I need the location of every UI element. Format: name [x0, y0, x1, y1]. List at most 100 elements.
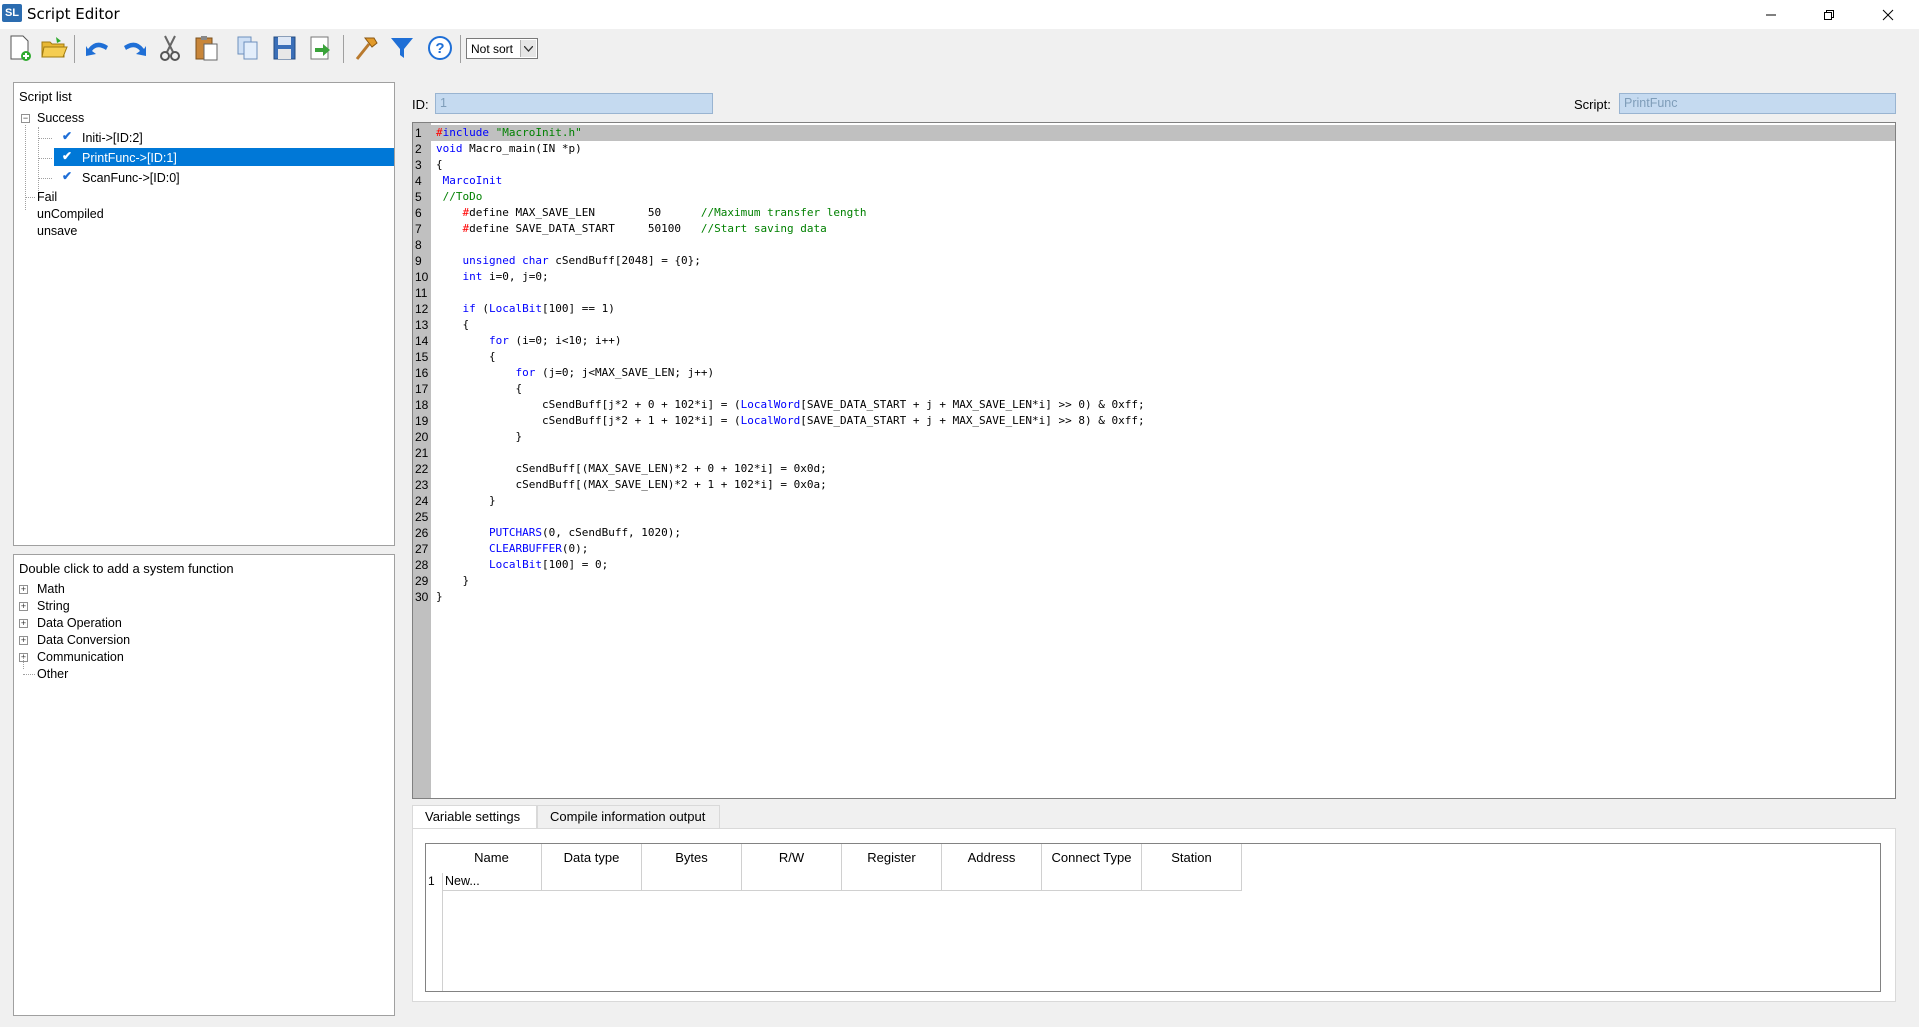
script-item-initi[interactable]: Initi->[ID:2] — [82, 129, 143, 147]
tree-group-success[interactable]: Success — [37, 109, 84, 127]
function-group-data-operation[interactable]: Data Operation — [37, 614, 122, 632]
minimize-button[interactable] — [1748, 0, 1794, 29]
minimize-icon — [1766, 14, 1776, 15]
data-type-cell[interactable] — [542, 873, 642, 891]
code-line[interactable]: 27 CLEARBUFFER(0); — [413, 541, 1895, 557]
undo-button[interactable] — [82, 32, 114, 64]
title-bar: SL Script Editor — [0, 0, 1919, 29]
filter-button[interactable] — [386, 32, 418, 64]
tab-variable-settings[interactable]: Variable settings — [412, 805, 537, 829]
column-header-connect-type[interactable]: Connect Type — [1042, 844, 1142, 873]
function-group-string[interactable]: String — [37, 597, 70, 615]
function-group-other[interactable]: Other — [37, 665, 68, 683]
line-number: 29 — [415, 574, 429, 588]
column-header-bytes[interactable]: Bytes — [642, 844, 742, 873]
code-line[interactable]: 16 for (j=0; j<MAX_SAVE_LEN; j++) — [413, 365, 1895, 381]
code-text: cSendBuff[j*2 + 1 + 102*i] = (LocalWord[… — [436, 414, 1145, 427]
function-group-communication[interactable]: Communication — [37, 648, 124, 666]
code-line[interactable]: 30} — [413, 589, 1895, 605]
code-line[interactable]: 26 PUTCHARS(0, cSendBuff, 1020); — [413, 525, 1895, 541]
id-field[interactable]: 1 — [435, 93, 713, 114]
station-cell[interactable] — [1142, 873, 1242, 891]
code-line[interactable]: 7 #define SAVE_DATA_START 50100 //Start … — [413, 221, 1895, 237]
copy-button[interactable] — [232, 32, 264, 64]
tree-group-fail[interactable]: Fail — [37, 188, 57, 206]
close-button[interactable] — [1865, 0, 1911, 29]
column-header-register[interactable]: Register — [842, 844, 942, 873]
code-line[interactable]: 20 } — [413, 429, 1895, 445]
code-line[interactable]: 21 — [413, 445, 1895, 461]
expand-string-toggle[interactable]: + — [19, 602, 28, 611]
code-line[interactable]: 12 if (LocalBit[100] == 1) — [413, 301, 1895, 317]
code-line[interactable]: 17 { — [413, 381, 1895, 397]
code-line[interactable]: 13 { — [413, 317, 1895, 333]
bytes-cell[interactable] — [642, 873, 742, 891]
code-text: } — [436, 590, 443, 603]
code-line[interactable]: 11 — [413, 285, 1895, 301]
variable-name-cell[interactable]: New... — [442, 873, 542, 891]
column-header-rw[interactable]: R/W — [742, 844, 842, 873]
row-number: 1 — [428, 874, 435, 888]
collapse-success-toggle[interactable]: − — [21, 114, 30, 123]
code-line[interactable]: 19 cSendBuff[j*2 + 1 + 102*i] = (LocalWo… — [413, 413, 1895, 429]
tree-group-uncompiled[interactable]: unCompiled — [37, 205, 104, 223]
code-line[interactable]: 25 — [413, 509, 1895, 525]
code-line[interactable]: 18 cSendBuff[j*2 + 0 + 102*i] = (LocalWo… — [413, 397, 1895, 413]
code-line[interactable]: 5 //ToDo — [413, 189, 1895, 205]
code-line[interactable]: 15 { — [413, 349, 1895, 365]
save-button[interactable] — [268, 32, 300, 64]
help-button[interactable]: ? — [424, 32, 456, 64]
restore-icon — [1824, 9, 1834, 20]
line-number: 28 — [415, 558, 429, 572]
code-line[interactable]: 29 } — [413, 573, 1895, 589]
column-header-data-type[interactable]: Data type — [542, 844, 642, 873]
tab-compile-information-output[interactable]: Compile information output — [537, 805, 720, 829]
paste-button[interactable] — [190, 32, 222, 64]
column-header-address[interactable]: Address — [942, 844, 1042, 873]
code-line[interactable]: 9 unsigned char cSendBuff[2048] = {0}; — [413, 253, 1895, 269]
expand-data-conversion-toggle[interactable]: + — [19, 636, 28, 645]
expand-data-operation-toggle[interactable]: + — [19, 619, 28, 628]
register-cell[interactable] — [842, 873, 942, 891]
connect-type-cell[interactable] — [1042, 873, 1142, 891]
open-folder-button[interactable] — [38, 32, 70, 64]
code-line[interactable]: 22 cSendBuff[(MAX_SAVE_LEN)*2 + 0 + 102*… — [413, 461, 1895, 477]
export-button[interactable] — [304, 32, 336, 64]
sort-dropdown[interactable]: Not sort — [466, 38, 538, 59]
expand-math-toggle[interactable]: + — [19, 585, 28, 594]
compile-button[interactable] — [350, 32, 382, 64]
code-line[interactable]: 10 int i=0, j=0; — [413, 269, 1895, 285]
redo-button[interactable] — [118, 32, 150, 64]
address-cell[interactable] — [942, 873, 1042, 891]
code-line[interactable]: 14 for (i=0; i<10; i++) — [413, 333, 1895, 349]
cut-button[interactable] — [154, 32, 186, 64]
check-icon: ✔ — [62, 149, 73, 163]
code-editor[interactable]: 1 #include "MacroInit.h" 2 void Macro_main(… — [412, 122, 1896, 799]
tree-group-unsave[interactable]: unsave — [37, 222, 77, 240]
line-number: 30 — [415, 590, 429, 604]
code-text: for (j=0; j<MAX_SAVE_LEN; j++) — [515, 366, 715, 379]
code-line[interactable]: 1 #include "MacroInit.h" — [413, 125, 1895, 141]
rw-cell[interactable] — [742, 873, 842, 891]
code-text: if (LocalBit[100] == 1) — [462, 302, 615, 315]
line-number: 24 — [415, 494, 429, 508]
function-group-data-conversion[interactable]: Data Conversion — [37, 631, 130, 649]
code-line[interactable]: 28 LocalBit[100] = 0; — [413, 557, 1895, 573]
code-line[interactable]: 3{ — [413, 157, 1895, 173]
restore-button[interactable] — [1806, 0, 1852, 29]
code-line[interactable]: 6 #define MAX_SAVE_LEN 50 //Maximum tran… — [413, 205, 1895, 221]
code-line[interactable]: 24 } — [413, 493, 1895, 509]
code-line[interactable]: 23 cSendBuff[(MAX_SAVE_LEN)*2 + 1 + 102*… — [413, 477, 1895, 493]
code-line[interactable]: 8 — [413, 237, 1895, 253]
column-header-station[interactable]: Station — [1142, 844, 1242, 873]
code-line[interactable]: 2 void Macro_main(IN *p) — [413, 141, 1895, 157]
script-item-printfunc[interactable]: PrintFunc->[ID:1] — [82, 149, 177, 167]
line-number: 27 — [415, 542, 429, 556]
column-header-name[interactable]: Name — [442, 844, 542, 873]
script-item-scanfunc[interactable]: ScanFunc->[ID:0] — [82, 169, 180, 187]
script-name-field[interactable]: PrintFunc — [1619, 93, 1896, 114]
undo-icon — [86, 42, 108, 56]
new-file-button[interactable] — [4, 32, 36, 64]
function-group-math[interactable]: Math — [37, 580, 65, 598]
code-line[interactable]: 4 MarcoInit — [413, 173, 1895, 189]
